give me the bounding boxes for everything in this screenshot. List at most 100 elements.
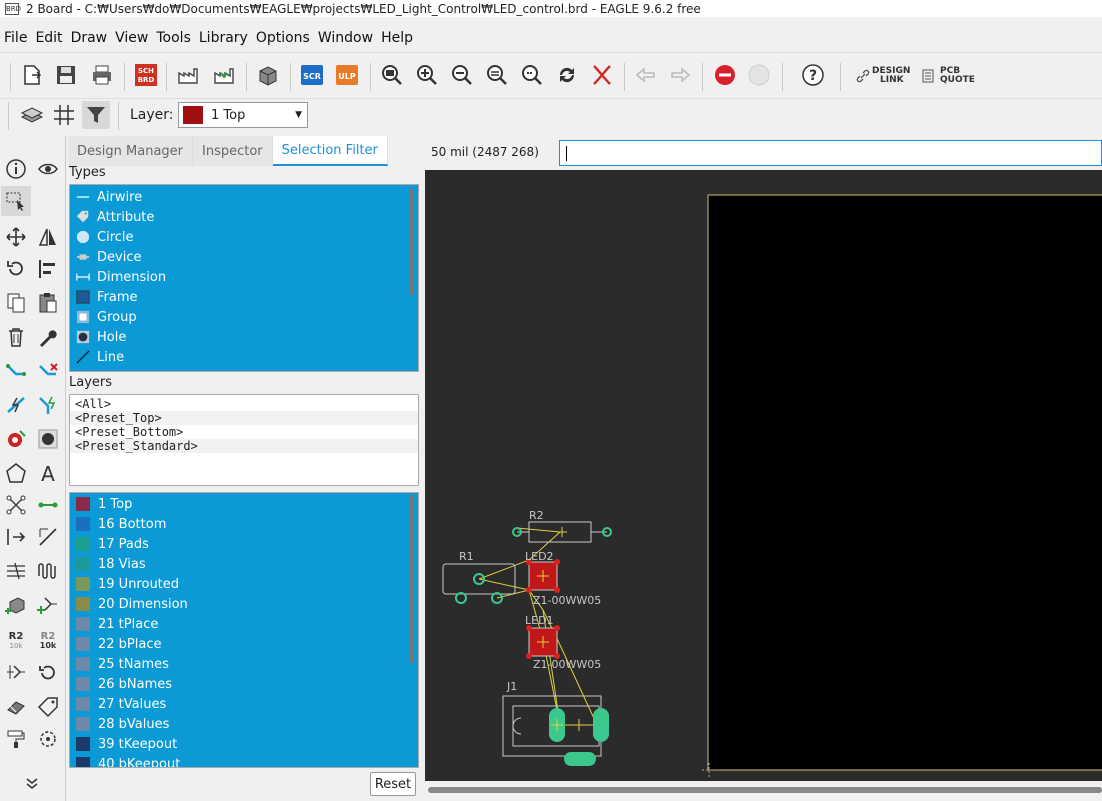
type-item-hole[interactable]: Hole	[70, 327, 418, 347]
menu-view[interactable]: View	[111, 30, 152, 46]
selection-filter-icon[interactable]	[82, 101, 110, 129]
zoom-fit-icon[interactable]	[378, 61, 406, 89]
hole-tool-icon[interactable]	[33, 424, 63, 454]
zoom-select-icon[interactable]	[518, 61, 546, 89]
value-tool-icon[interactable]: R2 10k	[33, 624, 63, 654]
manufacturing-icon[interactable]	[210, 61, 238, 89]
layer-item[interactable]: 21 tPlace	[70, 614, 418, 634]
mirror-tool-icon[interactable]	[33, 222, 63, 252]
layer-presets-list[interactable]: <All> <Preset_Top> <Preset_Bottom> <Pres…	[69, 394, 419, 486]
type-item-dimension[interactable]: Dimension	[70, 267, 418, 287]
zoom-previous-icon[interactable]	[483, 61, 511, 89]
pcb-quote-button[interactable]: PCB QUOTE	[940, 67, 975, 85]
via-tool-icon[interactable]	[1, 424, 31, 454]
type-item-group[interactable]: Group	[70, 307, 418, 327]
menu-help[interactable]: Help	[377, 30, 417, 46]
preset-item[interactable]: <Preset_Standard>	[70, 439, 418, 453]
preset-item[interactable]: <All>	[70, 397, 418, 411]
paint-roller-tool-icon[interactable]	[1, 724, 31, 754]
layer-dropdown[interactable]: 1 Top ▼	[178, 102, 308, 128]
type-item-airwire[interactable]: Airwire	[70, 187, 418, 207]
meander-tool-icon[interactable]	[33, 556, 63, 586]
preset-item[interactable]: <Preset_Top>	[70, 411, 418, 425]
add-signal-tool-icon[interactable]	[33, 590, 63, 620]
bus-tool-icon[interactable]	[1, 556, 31, 586]
layer-item[interactable]: 28 bValues	[70, 714, 418, 734]
align-tool-icon[interactable]	[33, 254, 63, 284]
design-link-button[interactable]: DESIGN LINK	[872, 67, 910, 85]
layer-item[interactable]: 40 bKeepout	[70, 754, 418, 767]
layer-item[interactable]: 17 Pads	[70, 534, 418, 554]
paste-tool-icon[interactable]	[33, 288, 63, 318]
help-icon[interactable]: ?	[799, 61, 827, 89]
open-icon[interactable]	[18, 61, 46, 89]
text-tool-icon[interactable]: A	[33, 458, 63, 488]
type-item-attribute[interactable]: Attribute	[70, 207, 418, 227]
add-part-tool-icon[interactable]	[1, 590, 31, 620]
select-tool-icon[interactable]	[1, 186, 31, 216]
layer-item[interactable]: 26 bNames	[70, 674, 418, 694]
route-tool-icon[interactable]	[1, 358, 31, 388]
sch-brd-switch-icon[interactable]: SCH BRD	[132, 61, 160, 89]
menu-edit[interactable]: Edit	[31, 30, 66, 46]
3d-package-icon[interactable]	[254, 61, 282, 89]
type-item-frame[interactable]: Frame	[70, 287, 418, 307]
smash-tool-icon[interactable]	[1, 692, 31, 722]
type-item-line[interactable]: Line	[70, 347, 418, 367]
menu-tools[interactable]: Tools	[152, 30, 195, 46]
attribute-tool-icon[interactable]	[1, 522, 31, 552]
ratsnest-icon[interactable]	[588, 61, 616, 89]
name-tool-icon[interactable]: R2 10k	[1, 624, 31, 654]
layer-item[interactable]: 25 tNames	[70, 654, 418, 674]
redo-icon[interactable]	[666, 61, 694, 89]
type-item-circle[interactable]: Circle	[70, 227, 418, 247]
layer-item[interactable]: 22 bPlace	[70, 634, 418, 654]
reset-button[interactable]: Reset	[370, 772, 416, 796]
ulp-icon[interactable]: ULP	[333, 61, 361, 89]
tab-selection-filter[interactable]: Selection Filter	[272, 136, 388, 166]
layer-settings-icon[interactable]	[18, 101, 46, 129]
layer-item[interactable]: 19 Unrouted	[70, 574, 418, 594]
change-tool-icon[interactable]	[33, 322, 63, 352]
grid-icon[interactable]	[50, 101, 78, 129]
layer-item[interactable]: 27 tValues	[70, 694, 418, 714]
fanout-tool-icon[interactable]	[33, 390, 63, 420]
tab-design-manager[interactable]: Design Manager	[68, 136, 193, 166]
preset-item[interactable]: <Preset_Bottom>	[70, 425, 418, 439]
redraw-icon[interactable]	[553, 61, 581, 89]
show-tool-icon[interactable]	[33, 154, 63, 184]
rotate-tool-icon[interactable]	[1, 254, 31, 284]
tag-tool-icon[interactable]	[33, 692, 63, 722]
save-icon[interactable]	[52, 61, 80, 89]
copy-tool-icon[interactable]	[1, 288, 31, 318]
line-tool-icon[interactable]	[33, 522, 63, 552]
stop-icon[interactable]	[711, 61, 739, 89]
menu-window[interactable]: Window	[314, 30, 377, 46]
layer-item[interactable]: 16 Bottom	[70, 514, 418, 534]
types-list[interactable]: Airwire Attribute Circle Device Dimensio…	[69, 184, 419, 372]
info-tool-icon[interactable]	[1, 154, 31, 184]
expand-palette-icon[interactable]	[17, 768, 47, 798]
polygon-tool-icon[interactable]	[1, 458, 31, 488]
menu-draw[interactable]: Draw	[67, 30, 112, 46]
tab-inspector[interactable]: Inspector	[193, 136, 273, 166]
zoom-out-icon[interactable]	[448, 61, 476, 89]
swap-tool-icon[interactable]	[33, 658, 63, 688]
types-scrollbar[interactable]	[409, 189, 414, 295]
menu-options[interactable]: Options	[252, 30, 314, 46]
layers-list[interactable]: 1 Top 16 Bottom 17 Pads 18 Vias 19 Unrou…	[69, 492, 419, 768]
print-icon[interactable]	[88, 61, 116, 89]
layer-item[interactable]: 1 Top	[70, 494, 418, 514]
zoom-in-icon[interactable]	[413, 61, 441, 89]
layer-item[interactable]: 39 tKeepout	[70, 734, 418, 754]
ripup-tool-icon[interactable]	[33, 358, 63, 388]
net-tool-icon[interactable]	[1, 490, 31, 520]
board-canvas[interactable]: R2 R1 LED2 Z1-00WW05 LED1 Z1-00WW05 J1	[425, 170, 1102, 781]
script-icon[interactable]: SCR	[298, 61, 326, 89]
layer-item[interactable]: 18 Vias	[70, 554, 418, 574]
type-item-device[interactable]: Device	[70, 247, 418, 267]
delete-tool-icon[interactable]	[1, 322, 31, 352]
command-input[interactable]	[559, 140, 1102, 166]
menu-file[interactable]: File	[0, 30, 31, 46]
autorouter-tool-icon[interactable]	[1, 390, 31, 420]
